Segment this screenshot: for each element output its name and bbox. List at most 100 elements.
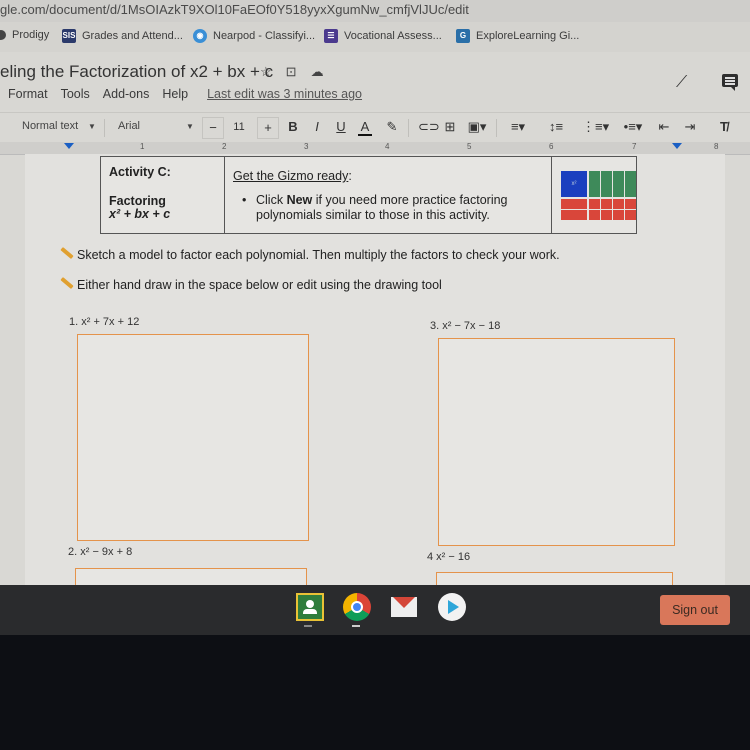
increase-indent-icon[interactable]: ⇥	[682, 117, 698, 137]
app-running-indicator	[352, 625, 360, 627]
url-text[interactable]: gle.com/document/d/1MsOIAzkT9XOl10FaEOf0…	[0, 2, 469, 17]
link-icon[interactable]: ⊂⊃	[418, 117, 440, 137]
bookmark-grades[interactable]: SIS Grades and Attend...	[62, 29, 183, 43]
menu-help[interactable]: Help	[162, 87, 188, 101]
activity-title: Activity C:	[109, 165, 171, 179]
add-comment-icon[interactable]: ⊞	[442, 117, 458, 137]
bullet-bold: New	[286, 193, 313, 207]
problem-2-label: 2. x² − 9x + 8	[68, 546, 133, 558]
bookmark-prodigy[interactable]: Prodigy	[0, 29, 49, 41]
insert-image-icon[interactable]: ▣▾	[465, 117, 489, 137]
x-tile	[613, 171, 624, 197]
instruction-line: Either hand draw in the space below or e…	[60, 276, 442, 292]
ruler-number: 5	[467, 142, 472, 151]
bookmark-nearpod[interactable]: ◉ Nearpod - Classifyi...	[193, 29, 315, 43]
activity-trend-icon[interactable]: ⟋	[676, 74, 687, 92]
italic-button[interactable]: I	[310, 117, 324, 137]
google-classroom-icon[interactable]	[296, 593, 324, 621]
ruler-number: 2	[222, 142, 227, 151]
comment-icon[interactable]	[722, 74, 738, 91]
right-indent-marker[interactable]	[672, 143, 682, 149]
gizmo-heading-colon: :	[348, 169, 352, 183]
bulleted-list-icon[interactable]: •≡▾	[620, 117, 646, 137]
document-title[interactable]: eling the Factorization of x2 + bx + c	[0, 62, 273, 82]
algebra-tiles-cell: x²	[551, 157, 637, 233]
menu-add-ons[interactable]: Add-ons	[103, 87, 150, 101]
chevron-down-icon[interactable]: ▼	[88, 122, 96, 131]
chevron-down-icon[interactable]: ▼	[186, 122, 194, 131]
problem-4-label: 4 x² − 16	[427, 551, 471, 563]
instruction-text: Either hand draw in the space below or e…	[77, 278, 442, 292]
gizmo-heading: Get the Gizmo ready:	[233, 169, 352, 183]
subtitle-expression: x² + bx + c	[109, 207, 171, 221]
play-store-icon[interactable]	[438, 593, 466, 621]
x-tile	[589, 171, 600, 197]
decrease-indent-icon[interactable]: ⇤	[656, 117, 672, 137]
screen: gle.com/document/d/1MsOIAzkT9XOl10FaEOf0…	[0, 0, 750, 588]
cloud-saved-icon[interactable]: ☁	[311, 64, 324, 80]
decrease-font-size-button[interactable]: −	[202, 117, 224, 139]
line-spacing-icon[interactable]: ↕≡	[548, 117, 564, 137]
numbered-list-icon[interactable]: ⋮≡▾	[582, 117, 609, 137]
problem-1-drawing-area[interactable]	[77, 334, 309, 541]
ruler-number: 7	[632, 142, 637, 151]
neg-one-tile	[625, 199, 636, 209]
left-indent-marker[interactable]	[64, 143, 74, 149]
bold-button[interactable]: B	[286, 117, 300, 137]
gizmo-instruction: • Click New if you need more practice fa…	[242, 193, 546, 223]
sign-out-button[interactable]: Sign out	[660, 595, 730, 625]
chrome-icon[interactable]	[343, 593, 371, 621]
move-to-folder-icon[interactable]: ⊡	[286, 64, 297, 80]
nearpod-icon: ◉	[193, 29, 207, 43]
increase-font-size-button[interactable]: +	[257, 117, 279, 139]
last-edit-link[interactable]: Last edit was 3 minutes ago	[207, 87, 362, 101]
formatting-toolbar: Normal text ▼ Arial ▼ − 11 + B I U A ✎ ⊂…	[0, 112, 750, 143]
pencil-icon	[60, 246, 74, 260]
activity-header-table: Activity C: Factoring x² + bx + c Get th…	[100, 156, 637, 234]
neg-x-tile	[561, 199, 587, 209]
underline-button[interactable]: U	[334, 117, 348, 137]
ruler-number: 1	[140, 142, 145, 151]
clear-formatting-icon[interactable]: T̸	[716, 117, 732, 137]
neg-one-tile	[625, 210, 636, 220]
menu-tools[interactable]: Tools	[61, 87, 90, 101]
bookmark-label: Grades and Attend...	[82, 30, 183, 42]
menu-bar: Format Tools Add-ons Help Last edit was …	[8, 87, 362, 101]
address-bar[interactable]: gle.com/document/d/1MsOIAzkT9XOl10FaEOf0…	[0, 0, 750, 22]
bookmark-label: Prodigy	[12, 29, 50, 41]
bookmark-label: Vocational Assess...	[344, 30, 442, 42]
align-icon[interactable]: ≡▾	[506, 117, 530, 137]
neg-x-tile	[561, 210, 587, 220]
gizmo-heading-text: Get the Gizmo ready	[233, 169, 349, 183]
bookmark-explorelearning[interactable]: G ExploreLearning Gi...	[456, 29, 579, 43]
problem-3-drawing-area[interactable]	[438, 338, 675, 546]
star-icon[interactable]: ☆	[260, 64, 272, 80]
pencil-icon	[60, 276, 74, 290]
highlight-pen-icon[interactable]: ✎	[385, 117, 399, 137]
docs-header: eling the Factorization of x2 + bx + c ☆…	[0, 52, 750, 110]
forms-icon: ☰	[324, 29, 338, 43]
neg-one-tile	[601, 210, 612, 220]
sis-icon: SIS	[62, 29, 76, 43]
instruction-text: Sketch a model to factor each polynomial…	[77, 248, 560, 262]
text-color-button[interactable]: A	[358, 117, 372, 136]
menu-format[interactable]: Format	[8, 87, 48, 101]
bookmarks-bar: Prodigy SIS Grades and Attend... ◉ Nearp…	[0, 22, 750, 53]
instruction-line: Sketch a model to factor each polynomial…	[60, 246, 560, 262]
bookmark-vocational[interactable]: ☰ Vocational Assess...	[324, 29, 442, 43]
neg-one-tile	[589, 199, 600, 209]
font-select[interactable]: Arial	[118, 120, 140, 132]
explorelearning-icon: G	[456, 29, 470, 43]
app-running-indicator	[304, 625, 312, 627]
font-size-input[interactable]: 11	[224, 117, 254, 137]
neg-one-tile	[589, 210, 600, 220]
problem-1-label: 1. x² + 7x + 12	[69, 316, 140, 328]
x-tile	[601, 171, 612, 197]
style-select[interactable]: Normal text	[22, 120, 78, 132]
activity-label-cell: Activity C: Factoring x² + bx + c	[101, 157, 225, 233]
ruler-number: 3	[304, 142, 309, 151]
ruler-number: 4	[385, 142, 390, 151]
bullet-text: Click	[256, 193, 287, 207]
ruler-number: 8	[714, 142, 719, 151]
gmail-icon[interactable]	[391, 597, 417, 617]
